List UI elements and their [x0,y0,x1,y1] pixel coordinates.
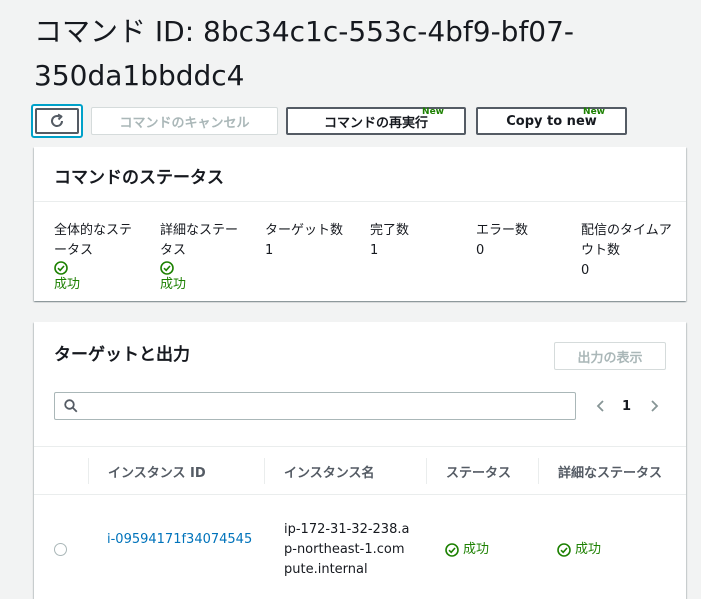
command-status-panel: コマンドのステータス 全体的なステータス 成功 詳細なステータス 成功 ターゲッ… [34,147,686,301]
column-header-status[interactable]: ステータス [446,462,511,481]
divider [34,494,686,495]
new-badge: New [583,107,605,117]
rerun-command-button[interactable]: コマンドの再実行 New [286,107,466,135]
completed-count-label: 完了数 [370,223,410,238]
target-count-label: ターゲット数 [265,223,344,238]
copy-to-new-button[interactable]: Copy to new New [476,107,627,135]
target-count: ターゲット数 1 [265,221,365,261]
new-badge: New [422,107,444,117]
instance-id-link[interactable]: i-09594171f34074545 [107,532,252,547]
targets-header: ターゲットと出力 [54,345,190,365]
overall-status-value: 成功 [54,261,144,295]
refresh-button[interactable] [31,104,83,138]
completed-count: 完了数 1 [370,221,470,261]
rerun-command-label: コマンドの再実行 [323,115,428,131]
detailed-status-text: 成功 [160,277,187,292]
detailed-status-value: 成功 [160,261,250,295]
error-count-label: エラー数 [476,223,529,238]
column-separator [264,458,265,484]
target-count-value: 1 [265,243,274,258]
divider [34,201,686,202]
instance-name-cell: ip-172-31-32-238.ap-northeast-1.compute.… [284,522,410,577]
overall-status-text: 成功 [54,277,81,292]
search-input[interactable] [85,395,569,419]
detailed-status-label: 詳細なステータス [160,223,239,258]
column-header-instance-name[interactable]: インスタンス名 [284,462,374,481]
detailed-status-cell: 成功 [557,540,601,560]
overall-status: 全体的なステータス 成功 [54,221,144,295]
command-status-header: コマンドのステータス [54,168,224,188]
divider [34,446,686,447]
success-icon [557,543,571,557]
delivery-timeout-label: 配信のタイムアウト数 [581,223,672,258]
success-icon [54,261,68,275]
chevron-left-icon[interactable] [594,399,608,413]
search-icon [64,399,78,413]
page-number[interactable]: 1 [622,399,631,414]
success-icon [445,543,459,557]
chevron-right-icon[interactable] [647,399,661,413]
detailed-status: 詳細なステータス 成功 [160,221,250,295]
page: コマンド ID: 8bc34c1c-553c-4bf9-bf07-350da1b… [0,0,701,599]
row-radio[interactable] [54,543,67,556]
pagination: 1 [594,392,661,420]
delivery-timeout-count: 配信のタイムアウト数 0 [581,221,676,281]
status-cell: 成功 [445,540,489,560]
error-count: エラー数 0 [476,221,576,261]
completed-count-value: 1 [370,243,379,258]
show-output-label: 出力の表示 [577,350,643,366]
column-header-instance-id[interactable]: インスタンス ID [108,462,206,481]
page-title: コマンド ID: 8bc34c1c-553c-4bf9-bf07-350da1b… [34,15,575,92]
column-separator [538,458,539,484]
refresh-button-inner [35,108,79,134]
show-output-button[interactable]: 出力の表示 [554,342,666,370]
refresh-icon [51,113,64,127]
success-icon [160,261,174,275]
status-text: 成功 [463,542,490,557]
cancel-command-label: コマンドのキャンセル [119,115,250,131]
targets-and-outputs-panel: ターゲットと出力 出力の表示 1 インスタンス ID インスタンス名 ステータス… [34,322,686,599]
cancel-command-button[interactable]: コマンドのキャンセル [91,107,278,135]
instance-id-cell: i-09594171f34074545 [107,530,257,550]
column-separator [426,458,427,484]
column-header-detailed-status[interactable]: 詳細なステータス [558,462,662,481]
search-box [54,392,576,420]
column-separator [88,458,89,484]
detailed-status-text: 成功 [575,542,602,557]
overall-status-label: 全体的なステータス [54,223,133,258]
delivery-timeout-value: 0 [581,263,590,278]
error-count-value: 0 [476,243,485,258]
